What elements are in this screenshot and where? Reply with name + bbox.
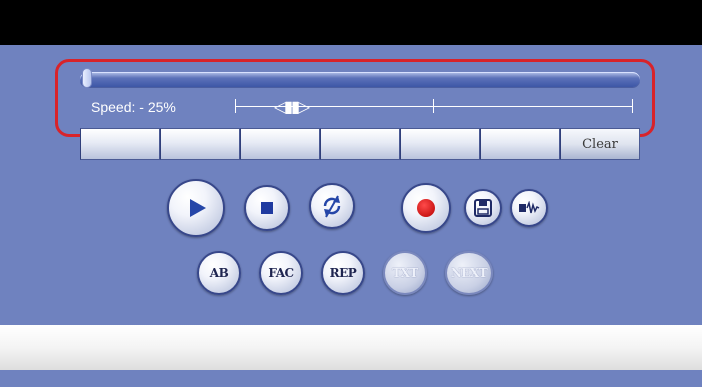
next-button[interactable]: NEXT bbox=[445, 251, 493, 295]
bookmark-bar: Clear bbox=[80, 128, 640, 160]
stop-icon bbox=[261, 202, 273, 214]
no-sync-button[interactable] bbox=[309, 183, 355, 229]
record-icon bbox=[417, 199, 435, 217]
top-black-bar bbox=[0, 0, 702, 45]
save-button[interactable] bbox=[464, 189, 502, 227]
bookmark-button-2[interactable] bbox=[160, 128, 240, 160]
bottom-base-bar bbox=[0, 370, 702, 387]
ab-loop-button[interactable]: AB bbox=[197, 251, 241, 295]
bookmark-button-5[interactable] bbox=[400, 128, 480, 160]
bottom-panel-strip bbox=[0, 325, 702, 370]
stop-button[interactable] bbox=[244, 185, 290, 231]
audio-wave-button[interactable] bbox=[510, 189, 548, 227]
rep-button[interactable]: REP bbox=[321, 251, 365, 295]
save-icon bbox=[474, 199, 492, 217]
bookmark-button-3[interactable] bbox=[240, 128, 320, 160]
play-icon bbox=[190, 199, 206, 217]
bookmark-button-6[interactable] bbox=[480, 128, 560, 160]
audio-wave-icon bbox=[519, 201, 540, 214]
highlight-annotation bbox=[55, 59, 655, 137]
play-button[interactable] bbox=[167, 179, 225, 237]
no-sync-icon bbox=[323, 195, 341, 218]
bookmark-button-1[interactable] bbox=[80, 128, 160, 160]
record-button[interactable] bbox=[401, 183, 451, 233]
fac-button[interactable]: FAC bbox=[259, 251, 303, 295]
bookmark-button-4[interactable] bbox=[320, 128, 400, 160]
clear-button[interactable]: Clear bbox=[560, 128, 640, 160]
txt-button[interactable]: TXT bbox=[383, 251, 427, 295]
